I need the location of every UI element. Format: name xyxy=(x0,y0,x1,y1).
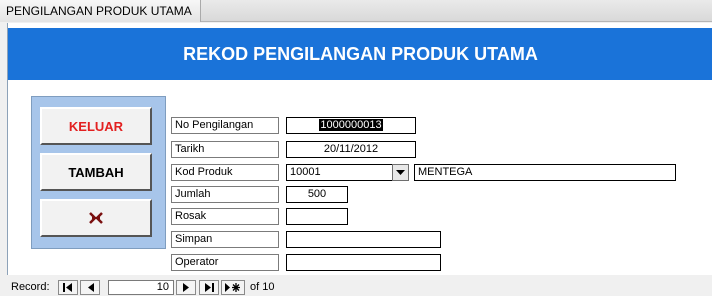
no-pengilangan-field[interactable]: 1000000013 xyxy=(286,117,416,134)
record-label: Record: xyxy=(11,281,50,293)
operator-label: Operator xyxy=(171,254,279,271)
operator-field[interactable] xyxy=(286,254,441,271)
form-body: REKOD PENGILANGAN PRODUK UTAMA KELUAR TA… xyxy=(7,23,712,275)
window-titlebar: PENGILANGAN PRODUK UTAMA xyxy=(0,0,712,22)
previous-record-button[interactable] xyxy=(80,280,100,295)
tarikh-field[interactable]: 20/11/2012 xyxy=(286,141,416,158)
tambah-button[interactable]: TAMBAH xyxy=(40,153,152,191)
new-record-button[interactable] xyxy=(221,280,245,295)
tarikh-label: Tarikh xyxy=(171,141,279,158)
jumlah-field[interactable]: 500 xyxy=(286,186,348,203)
form-tab[interactable]: PENGILANGAN PRODUK UTAMA xyxy=(0,0,201,22)
jumlah-label: Jumlah xyxy=(171,186,279,203)
last-record-icon xyxy=(205,283,214,292)
produk-description-field[interactable]: MENTEGA xyxy=(414,164,676,181)
form-title: REKOD PENGILANGAN PRODUK UTAMA xyxy=(183,44,538,64)
no-pengilangan-value: 1000000013 xyxy=(319,119,383,131)
rosak-field[interactable] xyxy=(286,208,348,225)
first-record-button[interactable] xyxy=(58,280,78,295)
first-record-icon xyxy=(63,283,72,292)
rosak-label: Rosak xyxy=(171,208,279,225)
record-navigation-bar: Record: 10 of 10 xyxy=(0,278,712,296)
close-form-button[interactable] xyxy=(40,199,152,237)
simpan-label: Simpan xyxy=(171,231,279,248)
keluar-button[interactable]: KELUAR xyxy=(40,107,152,145)
last-record-button[interactable] xyxy=(199,280,219,295)
kod-produk-dropdown-button[interactable] xyxy=(392,164,409,181)
record-count: of 10 xyxy=(250,281,275,293)
form-detail: KELUAR TAMBAH No Pengilangan 1000000013 … xyxy=(8,80,712,275)
simpan-field[interactable] xyxy=(286,231,441,248)
current-record-input[interactable]: 10 xyxy=(108,280,174,295)
kod-produk-label: Kod Produk xyxy=(171,164,279,181)
next-record-icon xyxy=(182,283,189,292)
chevron-down-icon xyxy=(396,169,405,175)
kod-produk-combo[interactable]: 10001 xyxy=(286,164,393,181)
close-form-icon xyxy=(89,212,103,224)
form-header: REKOD PENGILANGAN PRODUK UTAMA xyxy=(8,28,712,80)
new-record-icon xyxy=(225,283,240,292)
next-record-button[interactable] xyxy=(176,280,196,295)
no-pengilangan-label: No Pengilangan xyxy=(171,117,279,134)
button-panel: KELUAR TAMBAH xyxy=(31,96,166,249)
previous-record-icon xyxy=(87,283,94,292)
